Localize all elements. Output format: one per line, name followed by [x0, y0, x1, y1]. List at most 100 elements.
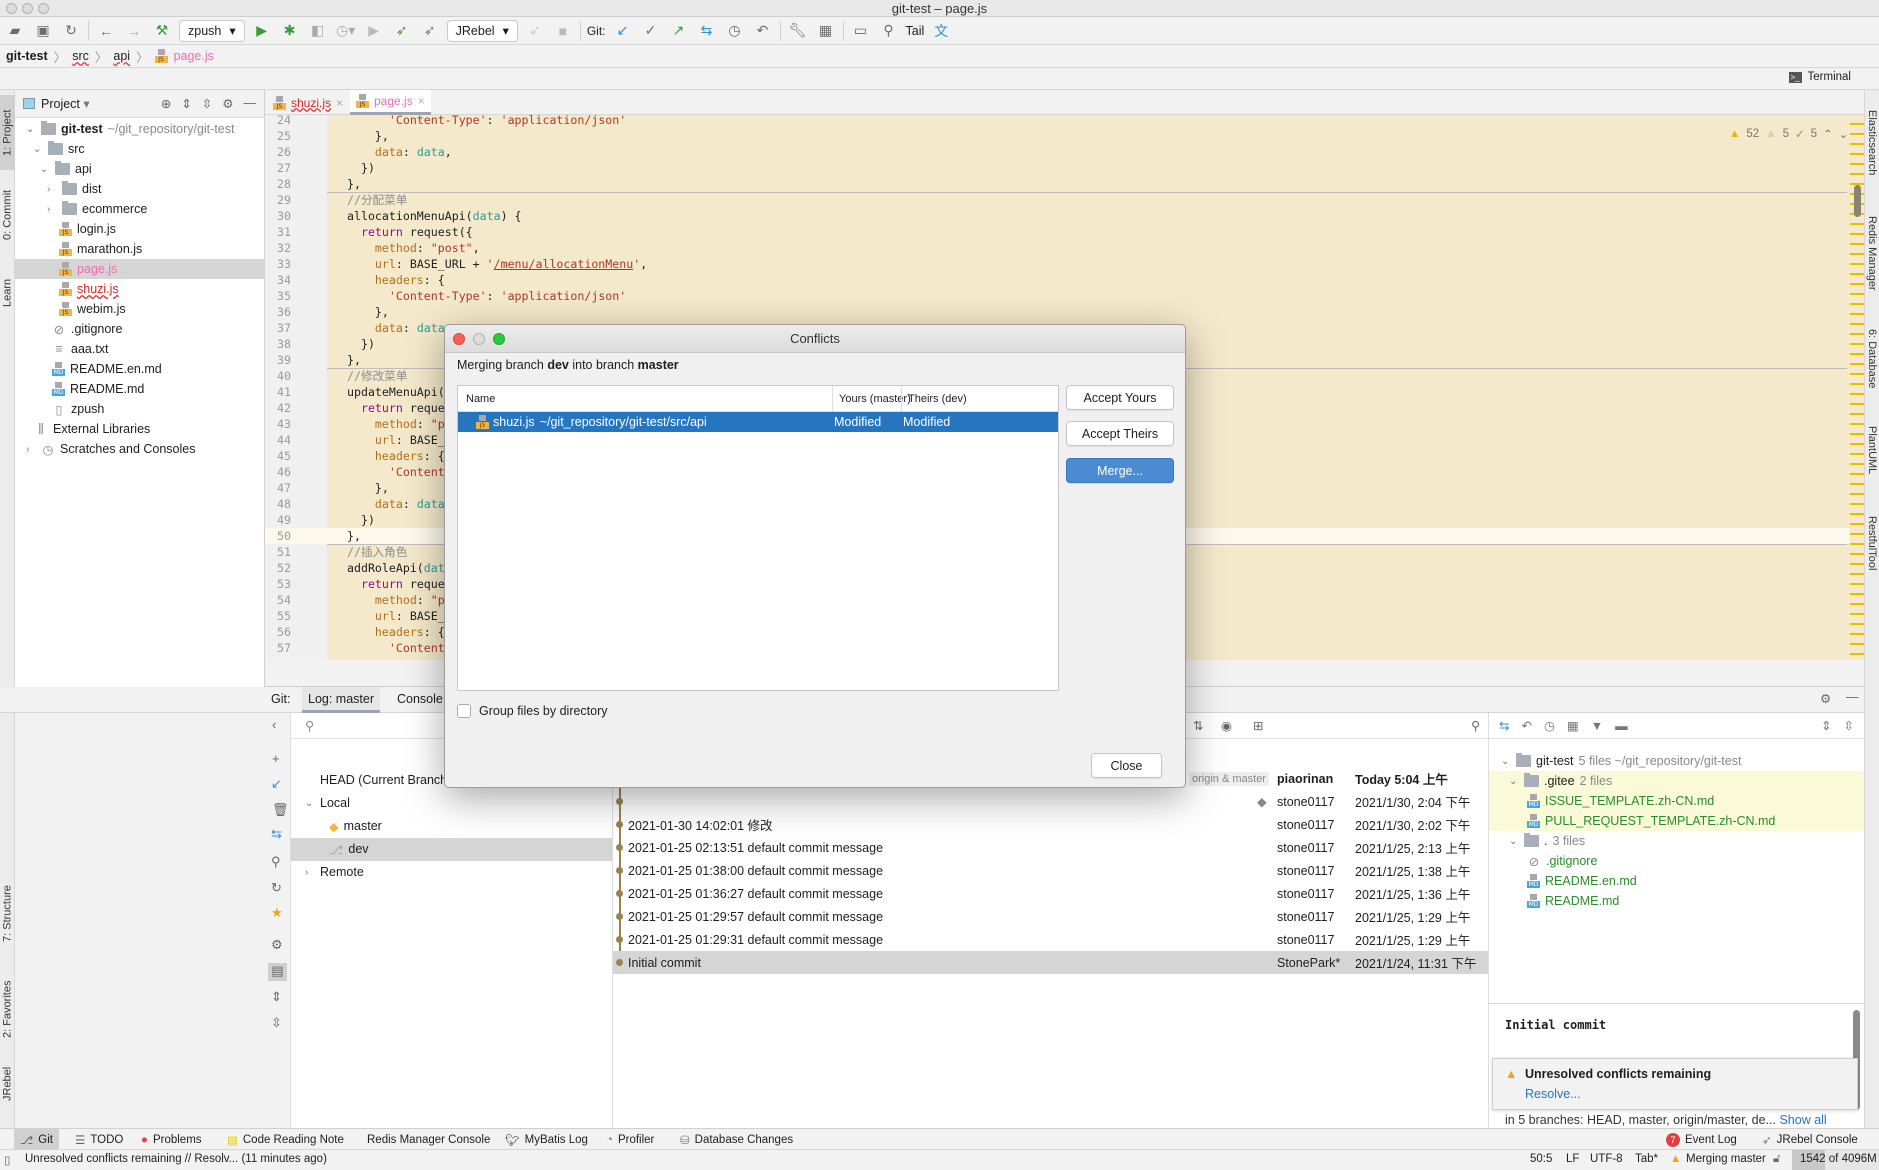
- tool-window-elasticsearch[interactable]: Elasticsearch: [1865, 103, 1879, 183]
- profile-icon[interactable]: ◷▾: [335, 20, 357, 42]
- project-view-dropdown[interactable]: Project ▾: [41, 96, 90, 111]
- tool-window-plantuml[interactable]: PlantUML: [1865, 418, 1879, 483]
- chevron-down-icon[interactable]: ⌄: [1509, 776, 1519, 787]
- memory-indicator[interactable]: 1542 of 4096M: [1792, 1150, 1879, 1170]
- save-icon[interactable]: ▣: [32, 20, 54, 42]
- changed-file[interactable]: ⌄ .gitee 2 files: [1509, 771, 1612, 791]
- update-icon[interactable]: ↙: [271, 776, 282, 792]
- line-separator[interactable]: LF: [1566, 1153, 1579, 1165]
- breadcrumb-item[interactable]: page.js: [174, 49, 214, 63]
- debug-icon[interactable]: ✱: [279, 20, 301, 42]
- stop-icon[interactable]: ■: [552, 20, 574, 42]
- tail-button[interactable]: Tail: [906, 24, 925, 38]
- breadcrumb-item[interactable]: api: [113, 49, 130, 63]
- jrebel-debug-icon[interactable]: ➶: [419, 20, 441, 42]
- log-row[interactable]: 2021-01-25 01:38:00 default commit messa…: [613, 859, 1488, 882]
- tree-item[interactable]: README.md: [52, 379, 144, 399]
- close-window-button[interactable]: [453, 333, 465, 345]
- collapse-all-icon[interactable]: ⇳: [1844, 718, 1854, 733]
- caret-position[interactable]: 50:5: [1530, 1153, 1552, 1165]
- changed-file[interactable]: ISSUE_TEMPLATE.zh-CN.md: [1527, 791, 1714, 811]
- column-theirs[interactable]: Theirs (dev): [908, 393, 967, 405]
- merge-icon[interactable]: ⇆: [271, 826, 282, 842]
- changed-file[interactable]: PULL_REQUEST_TEMPLATE.zh-CN.md: [1527, 811, 1775, 831]
- tab-jrebel-console[interactable]: ➶ JRebel Console: [1762, 1129, 1858, 1150]
- settings-wrench-icon[interactable]: 🔧︎: [787, 20, 809, 42]
- tab-git[interactable]: ⎇ Git: [14, 1129, 59, 1150]
- indent-setting[interactable]: Tab*: [1635, 1153, 1658, 1165]
- gear-icon[interactable]: ⚙: [222, 96, 233, 111]
- checkbox-icon[interactable]: [457, 704, 471, 718]
- close-icon[interactable]: ×: [418, 94, 425, 108]
- chevron-down-icon[interactable]: ⌄: [1509, 836, 1519, 847]
- tab-mybatis-log[interactable]: 🐦︎ MyBatis Log: [505, 1129, 588, 1150]
- merge-icon[interactable]: ⇆: [1499, 718, 1509, 733]
- revert-icon[interactable]: ↶: [1521, 718, 1531, 733]
- jrebel-run-icon[interactable]: ➶: [391, 20, 413, 42]
- sync-icon[interactable]: ↻: [60, 20, 82, 42]
- log-row[interactable]: 2021-01-25 01:29:57 default commit messa…: [613, 905, 1488, 928]
- hide-icon[interactable]: —: [1846, 690, 1859, 704]
- tree-item[interactable]: webim.js: [59, 299, 126, 319]
- close-icon[interactable]: ×: [336, 96, 343, 110]
- log-row[interactable]: 2021-01-30 14:02:01 修改 stone0117 2021/1/30…: [613, 813, 1488, 836]
- tool-window-project[interactable]: 1: Project: [0, 95, 15, 170]
- tab-event-log[interactable]: 7 Event Log: [1666, 1129, 1737, 1150]
- tree-item[interactable]: page.js: [59, 259, 117, 279]
- inspection-widget[interactable]: ▲ 52 ▲ 5 ✓ 5 ⌃ ⌄: [1729, 127, 1848, 141]
- previous-problem-icon[interactable]: ⌃: [1823, 127, 1833, 141]
- rollback-icon[interactable]: ↶: [752, 20, 774, 42]
- tree-item[interactable]: › ◷ Scratches and Consoles: [26, 439, 196, 459]
- hide-icon[interactable]: —: [244, 96, 257, 111]
- search-icon[interactable]: ⚲: [271, 854, 281, 870]
- tab-log-master[interactable]: Log: master: [302, 687, 381, 713]
- file-encoding[interactable]: UTF-8: [1590, 1153, 1623, 1165]
- run-disabled-icon[interactable]: ▶: [363, 20, 385, 42]
- open-folder-icon[interactable]: ▰: [4, 20, 26, 42]
- project-structure-icon[interactable]: ▦: [815, 20, 837, 42]
- filter-icon[interactable]: ▼: [1591, 719, 1603, 733]
- chevron-down-icon[interactable]: ⌄: [305, 798, 315, 809]
- tool-window-learn[interactable]: Learn: [0, 272, 15, 314]
- back-icon[interactable]: ←: [95, 20, 117, 42]
- delete-icon[interactable]: 🗑︎: [272, 802, 289, 818]
- gear-icon[interactable]: ⚙: [1820, 691, 1831, 706]
- lock-icon[interactable]: 🔓︎: [1773, 1153, 1780, 1166]
- tree-item[interactable]: ⌄ api: [40, 159, 92, 179]
- close-button[interactable]: Close: [1091, 753, 1162, 778]
- tree-item[interactable]: marathon.js: [59, 239, 142, 259]
- tree-item[interactable]: ⫼ External Libraries: [34, 419, 150, 439]
- tree-item[interactable]: ⊘ .gitignore: [52, 319, 123, 339]
- editor-scrollbar-thumb[interactable]: [1854, 185, 1861, 217]
- chevron-down-icon[interactable]: ⌄: [26, 124, 36, 135]
- tree-item[interactable]: shuzi.js: [59, 279, 119, 299]
- toggle-tool-windows-icon[interactable]: ▯: [4, 1153, 10, 1167]
- group-by-icon[interactable]: ▦: [1567, 718, 1579, 733]
- git-push-icon[interactable]: ↗: [668, 20, 690, 42]
- collapse-branches-icon[interactable]: ‹: [272, 717, 276, 732]
- changed-file[interactable]: README.md: [1527, 891, 1619, 911]
- tool-window-favorites[interactable]: 2: Favorites: [0, 973, 15, 1045]
- tool-window-redis-manager[interactable]: Redis Manager: [1865, 207, 1879, 299]
- forward-icon[interactable]: →: [123, 20, 145, 42]
- tool-window-structure[interactable]: 7: Structure: [0, 877, 15, 950]
- changed-file[interactable]: ⊘ .gitignore: [1527, 851, 1598, 871]
- chevron-right-icon[interactable]: ›: [26, 444, 36, 455]
- sort-icon[interactable]: ⇅: [1193, 718, 1203, 733]
- tab-code-reading-note[interactable]: ▤ Code Reading Note: [227, 1129, 344, 1150]
- branch-item[interactable]: ⎇ dev: [329, 839, 369, 859]
- tab-profiler[interactable]: ◔ Profiler: [606, 1129, 654, 1150]
- branch-item[interactable]: HEAD (Current Branch: [305, 770, 447, 790]
- tool-window-restfultool[interactable]: RestfulTool: [1865, 507, 1879, 580]
- tree-item[interactable]: login.js: [59, 219, 116, 239]
- tree-item[interactable]: ⌄ git-test ~/git_repository/git-test: [26, 119, 234, 139]
- changed-file[interactable]: ⌄ git-test 5 files ~/git_repository/git-te…: [1501, 751, 1741, 771]
- tree-item[interactable]: › dist: [47, 179, 101, 199]
- accept-yours-button[interactable]: Accept Yours: [1066, 385, 1174, 410]
- breadcrumb-item[interactable]: git-test: [6, 49, 48, 63]
- chevron-down-icon[interactable]: ⌄: [33, 144, 43, 155]
- log-row[interactable]: 2021-01-25 01:29:31 default commit messa…: [613, 928, 1488, 951]
- tab-redis-manager-console[interactable]: Redis Manager Console: [367, 1129, 490, 1150]
- expand-all-icon[interactable]: ⇕: [181, 96, 191, 111]
- group-icon[interactable]: ▤: [268, 963, 287, 981]
